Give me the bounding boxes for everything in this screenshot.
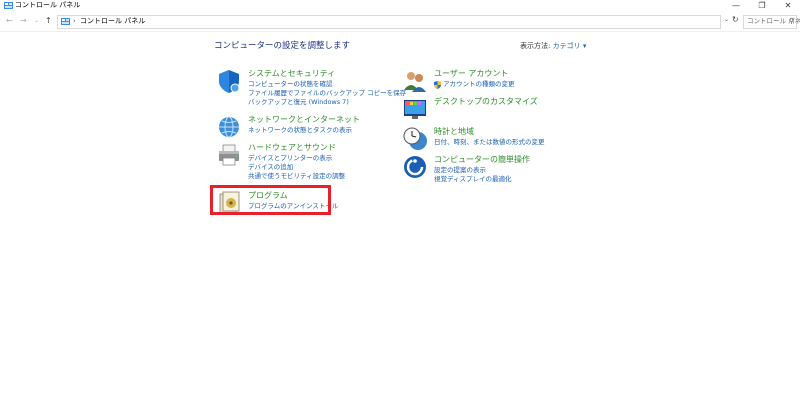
network-globe-icon[interactable] bbox=[216, 114, 242, 140]
refresh-button[interactable]: ↻ bbox=[732, 15, 739, 24]
address-dropdown-button[interactable]: ⌄ bbox=[724, 16, 729, 23]
category-title[interactable]: ネットワークとインターネット bbox=[248, 114, 360, 125]
forward-button[interactable]: → bbox=[20, 16, 27, 26]
view-by: 表示方法: カテゴリ ▾ bbox=[520, 41, 586, 51]
minimize-button[interactable]: — bbox=[727, 0, 745, 12]
control-panel-icon bbox=[61, 18, 70, 25]
window-title: コントロール パネル bbox=[15, 1, 81, 9]
link-mobility-settings[interactable]: 共通で使うモビリティ設定の調整 bbox=[248, 172, 345, 181]
uac-shield-icon bbox=[434, 81, 441, 89]
title-bar: コントロール パネル — ❐ ✕ bbox=[0, 0, 800, 12]
link-network-status[interactable]: ネットワークの状態とタスクの表示 bbox=[248, 126, 352, 135]
address-bar: ← → ⌄ ↑ › コントロール パネル ⌄ ↻ コントロール パネ ⚲ bbox=[0, 12, 800, 32]
recent-locations-button[interactable]: ⌄ bbox=[34, 16, 39, 26]
page-title: コンピューターの設定を調整します bbox=[214, 41, 351, 51]
breadcrumb-separator[interactable]: › bbox=[73, 17, 76, 26]
restore-button[interactable]: ❐ bbox=[753, 0, 771, 12]
category-title[interactable]: ハードウェアとサウンド bbox=[248, 142, 336, 153]
link-date-time-format[interactable]: 日付、時刻、または数値の形式の変更 bbox=[434, 138, 545, 147]
printer-icon[interactable] bbox=[216, 142, 242, 168]
category-title[interactable]: システムとセキュリティ bbox=[248, 68, 335, 79]
category-title[interactable]: コンピューターの簡単操作 bbox=[434, 154, 530, 165]
users-icon[interactable] bbox=[402, 68, 428, 94]
up-button[interactable]: ↑ bbox=[45, 16, 52, 26]
link-devices-printers[interactable]: デバイスとプリンターの表示 bbox=[248, 154, 332, 163]
breadcrumb[interactable]: コントロール パネル bbox=[80, 17, 145, 26]
category-title[interactable]: ユーザー アカウント bbox=[434, 68, 508, 79]
search-icon[interactable]: ⚲ bbox=[789, 17, 794, 25]
ease-of-access-icon[interactable] bbox=[402, 154, 428, 180]
category-title[interactable]: デスクトップのカスタマイズ bbox=[434, 96, 538, 107]
highlight-box bbox=[210, 185, 331, 215]
link-change-account-type[interactable]: アカウントの種類の変更 bbox=[443, 80, 515, 89]
control-panel-icon bbox=[4, 2, 13, 9]
shield-icon[interactable] bbox=[216, 68, 242, 94]
view-by-label: 表示方法: bbox=[520, 42, 551, 50]
back-button[interactable]: ← bbox=[6, 16, 13, 26]
link-suggested-settings[interactable]: 設定の提案の表示 bbox=[434, 166, 486, 175]
clock-globe-icon[interactable] bbox=[402, 126, 428, 152]
link-backup-restore[interactable]: バックアップと復元 (Windows 7) bbox=[248, 98, 349, 107]
link-add-device[interactable]: デバイスの追加 bbox=[248, 163, 293, 172]
search-input[interactable]: コントロール パネ ⚲ bbox=[743, 15, 800, 29]
appearance-icon[interactable] bbox=[402, 96, 428, 122]
close-button[interactable]: ✕ bbox=[779, 0, 797, 12]
address-field[interactable]: › コントロール パネル bbox=[57, 15, 721, 29]
link-file-history[interactable]: ファイル履歴でファイルのバックアップ コピーを保存 bbox=[248, 89, 406, 98]
category-title[interactable]: 時計と地域 bbox=[434, 126, 474, 137]
link-check-status[interactable]: コンピューターの状態を確認 bbox=[248, 80, 333, 89]
view-by-dropdown[interactable]: カテゴリ ▾ bbox=[553, 42, 587, 50]
link-optimize-display[interactable]: 視覚ディスプレイの最適化 bbox=[434, 175, 512, 184]
